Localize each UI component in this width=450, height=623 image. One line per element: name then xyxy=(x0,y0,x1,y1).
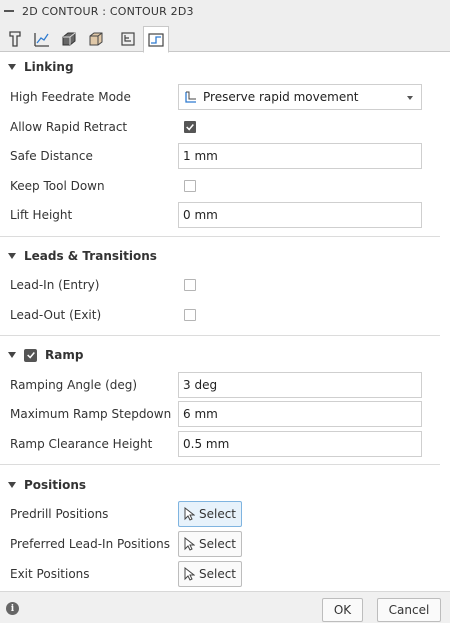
high-feedrate-mode-select[interactable]: Preserve rapid movement xyxy=(178,84,422,110)
check-icon xyxy=(186,124,194,131)
cursor-arrow-icon xyxy=(184,567,195,581)
heights-icon xyxy=(62,32,76,46)
passes-icon xyxy=(89,32,103,46)
max-ramp-stepdown-input[interactable]: 6 mm xyxy=(178,401,422,427)
row-safe-distance: Safe Distance 1 mm xyxy=(0,143,450,169)
row-lead-in: Lead-In (Entry) xyxy=(0,272,450,298)
field-label: Lift Height xyxy=(10,208,73,222)
exit-positions-select-button[interactable]: Select xyxy=(178,561,242,587)
ok-button[interactable]: OK xyxy=(322,598,363,622)
field-label: Ramp Clearance Height xyxy=(10,437,153,451)
row-keep-tool-down: Keep Tool Down xyxy=(0,173,450,199)
collapse-triangle-icon xyxy=(8,64,16,70)
ramp-enable-checkbox[interactable] xyxy=(24,348,37,362)
tab-passes[interactable] xyxy=(83,26,109,52)
button-label: Select xyxy=(198,507,237,521)
row-max-ramp-stepdown: Maximum Ramp Stepdown 6 mm xyxy=(0,401,450,427)
dialog-footer: i OK Cancel xyxy=(0,591,450,623)
info-icon[interactable]: i xyxy=(6,602,19,615)
tab-heights[interactable] xyxy=(56,26,82,52)
section-divider xyxy=(0,464,440,465)
section-title: Linking xyxy=(24,60,74,74)
field-label: Safe Distance xyxy=(10,149,93,163)
geometry-icon xyxy=(34,33,49,47)
button-label: Select xyxy=(198,567,237,581)
cursor-arrow-icon xyxy=(184,507,195,521)
dialog-title: 2D CONTOUR : CONTOUR 2D3 xyxy=(22,4,194,18)
row-lift-height: Lift Height 0 mm xyxy=(0,202,450,228)
row-ramp-clearance: Ramp Clearance Height 0.5 mm xyxy=(0,431,450,457)
tab-bar xyxy=(0,22,450,53)
field-label: Allow Rapid Retract xyxy=(10,120,128,134)
collapse-triangle-icon xyxy=(8,482,16,488)
safe-distance-input[interactable]: 1 mm xyxy=(178,143,422,169)
linking-list-icon xyxy=(121,32,135,46)
ramping-angle-input[interactable]: 3 deg xyxy=(178,372,422,398)
row-lead-out: Lead-Out (Exit) xyxy=(0,302,450,328)
tab-linking-list[interactable] xyxy=(115,26,141,52)
section-title: Leads & Transitions xyxy=(24,249,157,263)
row-high-feedrate: High Feedrate Mode Preserve rapid moveme… xyxy=(0,84,450,110)
button-label: Select xyxy=(198,537,237,551)
chevron-down-icon xyxy=(407,96,413,100)
ramp-clearance-height-input[interactable]: 0.5 mm xyxy=(178,431,422,457)
field-label: Predrill Positions xyxy=(10,507,109,521)
linking-icon xyxy=(148,32,164,47)
select-value: Preserve rapid movement xyxy=(203,90,359,104)
cursor-arrow-icon xyxy=(184,537,195,551)
cancel-button[interactable]: Cancel xyxy=(377,598,441,622)
row-ramping-angle: Ramping Angle (deg) 3 deg xyxy=(0,372,450,398)
field-label: Lead-In (Entry) xyxy=(10,278,100,292)
field-label: Preferred Lead-In Positions xyxy=(10,537,170,551)
row-exit-positions: Exit Positions Select xyxy=(0,561,450,587)
row-allow-rapid-retract: Allow Rapid Retract xyxy=(0,114,450,140)
lead-out-checkbox[interactable] xyxy=(184,309,196,321)
section-divider xyxy=(0,335,440,336)
collapse-triangle-icon xyxy=(8,253,16,259)
field-label: Exit Positions xyxy=(10,567,90,581)
rapid-movement-icon xyxy=(185,91,196,103)
tool-icon xyxy=(9,31,21,47)
section-title: Positions xyxy=(24,478,87,492)
tab-linking[interactable] xyxy=(143,26,169,53)
field-label: High Feedrate Mode xyxy=(10,90,131,104)
field-label: Keep Tool Down xyxy=(10,179,105,193)
collapse-icon[interactable] xyxy=(4,10,14,12)
field-label: Lead-Out (Exit) xyxy=(10,308,102,322)
row-predrill-positions: Predrill Positions Select xyxy=(0,501,450,527)
section-leads-header[interactable]: Leads & Transitions xyxy=(0,245,450,267)
field-label: Maximum Ramp Stepdown xyxy=(10,407,172,421)
collapse-triangle-icon xyxy=(8,352,16,358)
tab-tool[interactable] xyxy=(2,26,28,52)
allow-rapid-retract-checkbox[interactable] xyxy=(184,121,196,133)
section-linking-header[interactable]: Linking xyxy=(0,56,450,78)
lead-in-checkbox[interactable] xyxy=(184,279,196,291)
section-title: Ramp xyxy=(45,348,84,362)
section-positions-header[interactable]: Positions xyxy=(0,474,450,496)
section-divider xyxy=(0,236,440,237)
preferred-lead-in-select-button[interactable]: Select xyxy=(178,531,242,557)
tab-geometry[interactable] xyxy=(29,26,55,52)
lift-height-input[interactable]: 0 mm xyxy=(178,202,422,228)
keep-tool-down-checkbox[interactable] xyxy=(184,180,196,192)
row-preferred-lead-in: Preferred Lead-In Positions Select xyxy=(0,531,450,557)
check-icon xyxy=(26,352,35,359)
dialog-title-bar: 2D CONTOUR : CONTOUR 2D3 xyxy=(0,0,450,22)
predrill-select-button[interactable]: Select xyxy=(178,501,242,527)
field-label: Ramping Angle (deg) xyxy=(10,378,138,392)
section-ramp-header[interactable]: Ramp xyxy=(0,344,450,366)
